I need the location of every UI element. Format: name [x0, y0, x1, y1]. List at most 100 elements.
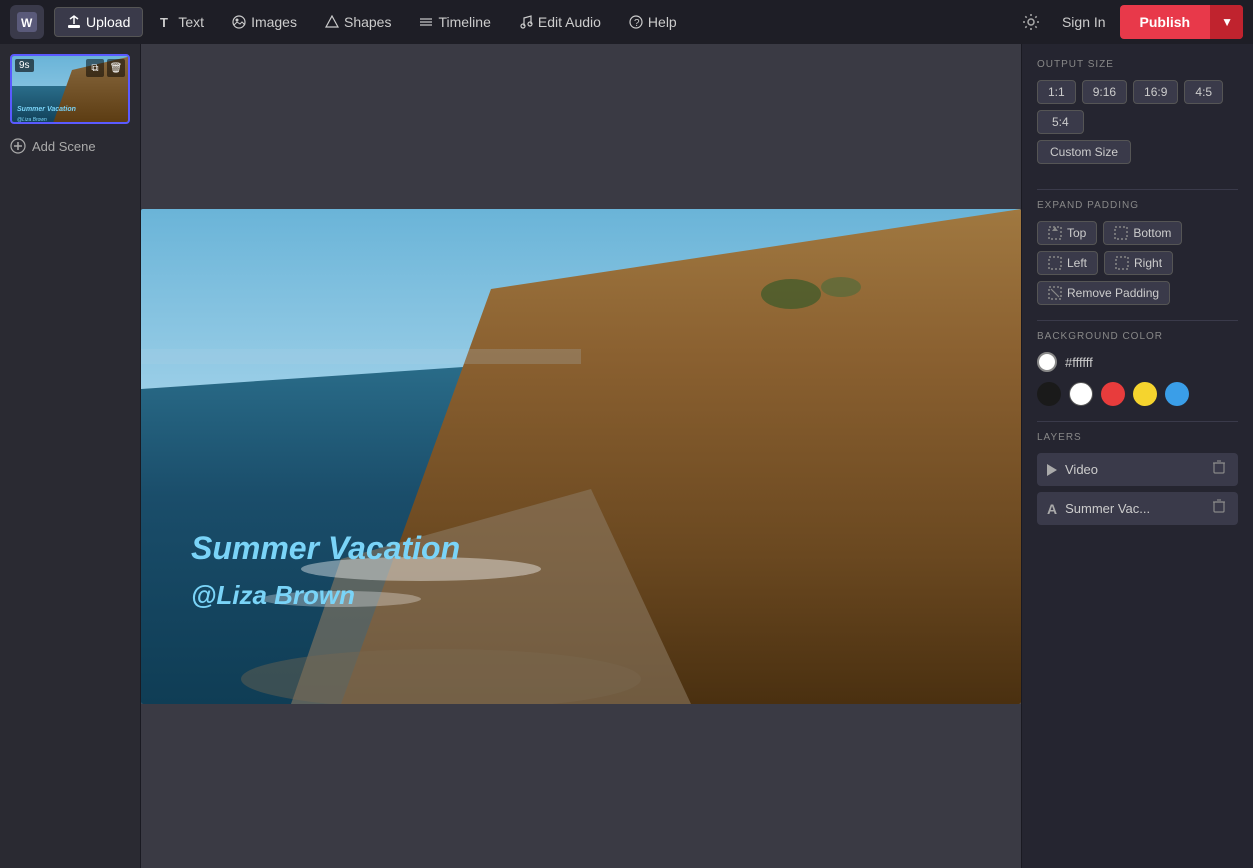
color-yellow[interactable] [1133, 382, 1157, 406]
size-4-5-button[interactable]: 4:5 [1184, 80, 1223, 104]
size-1-1-button[interactable]: 1:1 [1037, 80, 1076, 104]
padding-bottom-icon [1114, 226, 1128, 240]
padding-buttons: Top Bottom Left Right [1037, 221, 1238, 275]
layer-video-delete-button[interactable] [1210, 460, 1228, 479]
scene-duplicate-button[interactable]: ⧉ [86, 59, 104, 77]
size-buttons: 1:1 9:16 16:9 4:5 [1037, 80, 1238, 104]
upload-label: Upload [86, 14, 130, 30]
layer-video[interactable]: Video [1037, 453, 1238, 486]
padding-left-label: Left [1067, 256, 1087, 270]
video-canvas: Summer Vacation @Liza Brown [141, 209, 1021, 704]
color-white[interactable] [1069, 382, 1093, 406]
canvas-background-svg: Summer Vacation @Liza Brown [141, 209, 1021, 704]
svg-text:W: W [21, 16, 33, 30]
chevron-down-icon: ▼ [1221, 15, 1233, 29]
padding-right-button[interactable]: Right [1104, 251, 1173, 275]
bg-color-swatch[interactable] [1037, 352, 1057, 372]
padding-left-button[interactable]: Left [1037, 251, 1098, 275]
sign-in-button[interactable]: Sign In [1052, 8, 1116, 36]
padding-top-button[interactable]: Top [1037, 221, 1097, 245]
main-layout: Summer Vacation @Liza Brown 9s ⧉ 🗑 Add S… [0, 44, 1253, 868]
text-layer-icon: A [1047, 501, 1057, 517]
layer-text-name: Summer Vac... [1065, 501, 1202, 516]
add-scene-button[interactable]: Add Scene [10, 134, 130, 158]
publish-dropdown-button[interactable]: ▼ [1210, 5, 1243, 39]
divider-1 [1037, 189, 1238, 190]
output-size-label: OUTPUT SIZE [1037, 59, 1238, 70]
svg-text:@Liza Brown: @Liza Brown [17, 117, 47, 123]
video-layer-icon [1047, 464, 1057, 476]
help-button[interactable]: ? Help [617, 8, 689, 36]
remove-padding-label: Remove Padding [1067, 286, 1159, 300]
layers-section: LAYERS Video A Summer Vac... [1037, 432, 1238, 525]
color-black[interactable] [1037, 382, 1061, 406]
images-icon [232, 15, 246, 29]
trash-icon [1212, 460, 1226, 474]
bg-color-label: BACKGROUND COLOR [1037, 331, 1238, 342]
scenes-panel: Summer Vacation @Liza Brown 9s ⧉ 🗑 Add S… [0, 44, 141, 868]
padding-bottom-label: Bottom [1133, 226, 1171, 240]
padding-right-label: Right [1134, 256, 1162, 270]
trash-icon-2 [1212, 499, 1226, 513]
help-label: Help [648, 14, 677, 30]
timeline-icon [419, 15, 433, 29]
timeline-button[interactable]: Timeline [407, 8, 502, 36]
gear-icon [1021, 12, 1041, 32]
shapes-label: Shapes [344, 14, 391, 30]
sign-in-label: Sign In [1062, 14, 1106, 30]
bg-color-hex: #ffffff [1065, 355, 1093, 370]
size-5-4-button[interactable]: 5:4 [1037, 110, 1084, 134]
layer-text[interactable]: A Summer Vac... [1037, 492, 1238, 525]
upload-button[interactable]: Upload [54, 7, 143, 37]
divider-3 [1037, 421, 1238, 422]
right-panel: OUTPUT SIZE 1:1 9:16 16:9 4:5 5:4 Custom… [1021, 44, 1253, 868]
bg-color-row: #ffffff [1037, 352, 1238, 372]
scene-thumbnail-1[interactable]: Summer Vacation @Liza Brown 9s ⧉ 🗑 [10, 54, 130, 124]
canvas-area[interactable]: Summer Vacation @Liza Brown [141, 44, 1021, 868]
size-9-16-button[interactable]: 9:16 [1082, 80, 1127, 104]
shapes-icon [325, 15, 339, 29]
plus-icon [10, 138, 26, 154]
svg-text:?: ? [634, 18, 640, 29]
layers-label: LAYERS [1037, 432, 1238, 443]
text-label: Text [178, 14, 204, 30]
color-swatches [1037, 382, 1238, 406]
layer-video-name: Video [1065, 462, 1202, 477]
custom-size-wrap: Custom Size [1037, 140, 1238, 179]
edit-audio-label: Edit Audio [538, 14, 601, 30]
timeline-label: Timeline [438, 14, 490, 30]
text-button[interactable]: T Text [147, 8, 216, 36]
scene-action-icons: ⧉ 🗑 [86, 59, 125, 77]
padding-left-icon [1048, 256, 1062, 270]
remove-padding-button[interactable]: Remove Padding [1037, 281, 1170, 305]
upload-icon [67, 15, 81, 29]
padding-top-label: Top [1067, 226, 1086, 240]
logo[interactable]: W [10, 5, 44, 39]
help-icon: ? [629, 15, 643, 29]
images-label: Images [251, 14, 297, 30]
images-button[interactable]: Images [220, 8, 309, 36]
add-scene-label: Add Scene [32, 139, 96, 154]
svg-text:T: T [160, 15, 168, 29]
padding-right-icon [1115, 256, 1129, 270]
expand-padding-label: EXPAND PADDING [1037, 200, 1238, 211]
shapes-button[interactable]: Shapes [313, 8, 403, 36]
edit-audio-button[interactable]: Edit Audio [507, 8, 613, 36]
svg-text:Summer Vacation: Summer Vacation [17, 106, 76, 113]
settings-button[interactable] [1014, 5, 1048, 39]
publish-label: Publish [1140, 14, 1191, 30]
scene-delete-button[interactable]: 🗑 [107, 59, 125, 77]
publish-button[interactable]: Publish [1120, 5, 1211, 39]
color-red[interactable] [1101, 382, 1125, 406]
header: W Upload T Text Images Shapes Timeline E… [0, 0, 1253, 44]
svg-text:Summer Vacation: Summer Vacation [191, 530, 460, 566]
layer-text-delete-button[interactable] [1210, 499, 1228, 518]
size-buttons-row2: 5:4 [1037, 110, 1238, 134]
size-16-9-button[interactable]: 16:9 [1133, 80, 1178, 104]
padding-bottom-button[interactable]: Bottom [1103, 221, 1182, 245]
publish-group: Publish ▼ [1120, 5, 1243, 39]
color-blue[interactable] [1165, 382, 1189, 406]
custom-size-button[interactable]: Custom Size [1037, 140, 1131, 164]
svg-text:@Liza Brown: @Liza Brown [191, 580, 355, 610]
remove-padding-icon [1048, 286, 1062, 300]
